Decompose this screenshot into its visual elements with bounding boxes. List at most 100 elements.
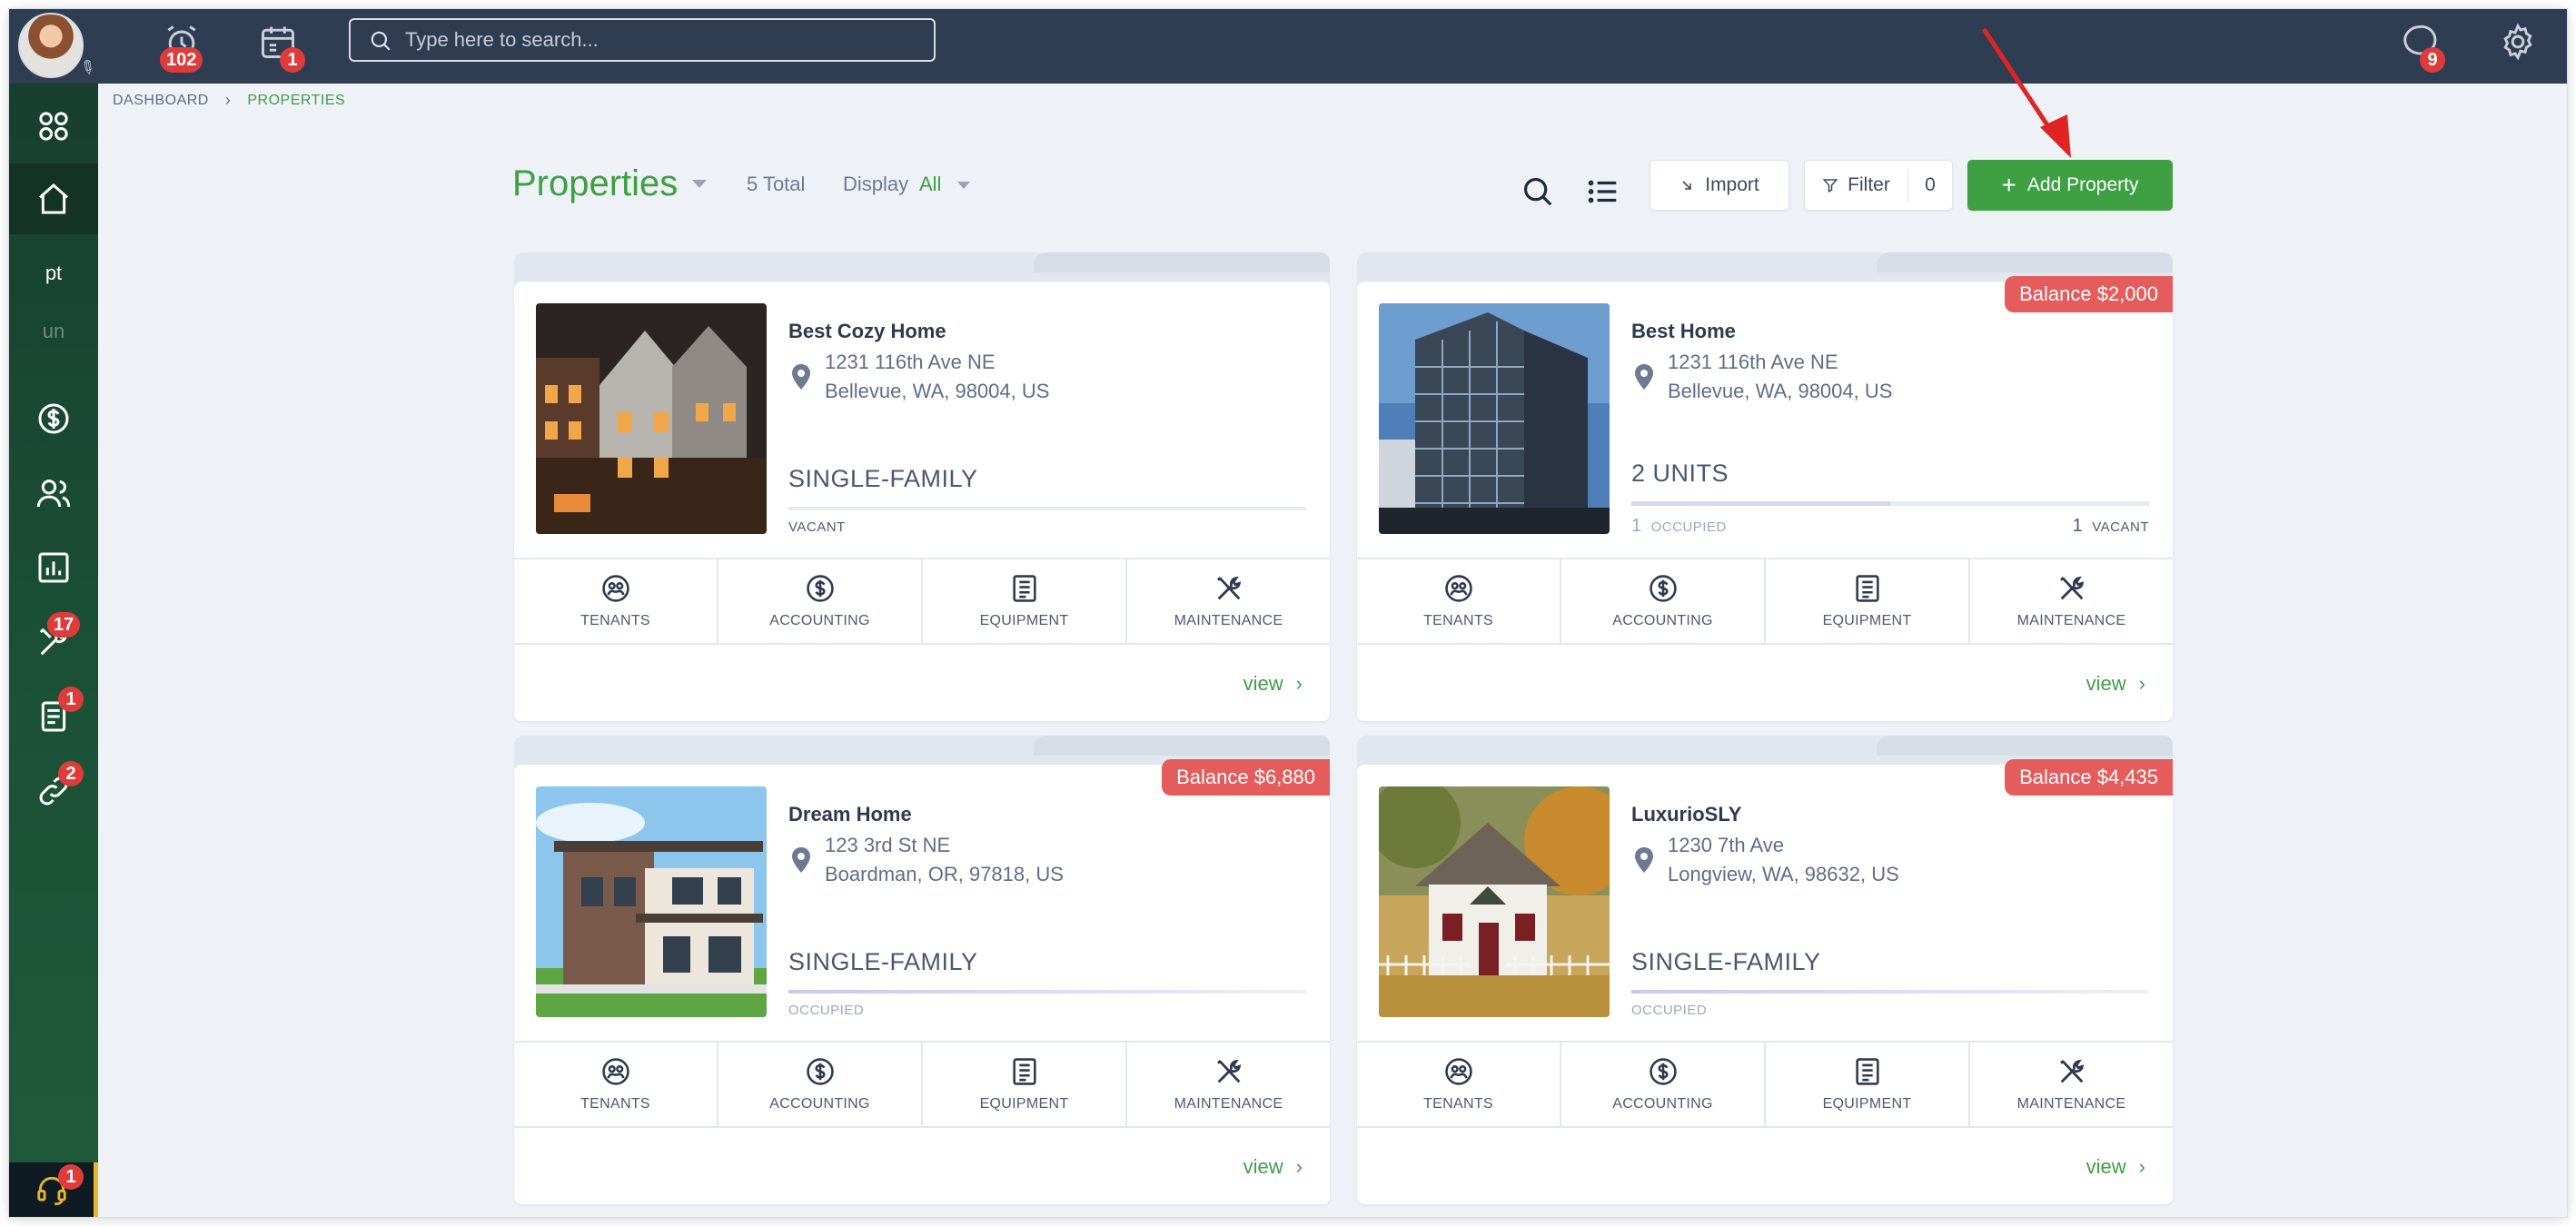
maintenance-label: MAINTENANCE [2016,613,2126,628]
apps-grid-icon [39,112,68,141]
alarm-badge: 102 [160,47,203,73]
list-view-icon[interactable] [1586,174,1622,211]
view-link[interactable]: view › [2086,672,2145,696]
tools-icon [2059,1059,2084,1083]
card-actions: TENANTS ACCOUNTING EQUIPMENT MAINTENANCE [1357,1041,2173,1128]
tenants-action[interactable]: TENANTS [514,559,718,643]
tools-icon [2059,576,2084,600]
property-name[interactable]: LuxurioSLY [1631,803,1741,826]
equipment-list-icon [1855,575,1879,602]
accounting-action[interactable]: ACCOUNTING [1561,1043,1766,1126]
occupancy-status: VACANT [788,519,846,535]
maintenance-action[interactable]: MAINTENANCE [1970,1043,2173,1126]
vacant-count: 1 [2072,516,2084,536]
settings-gear-icon[interactable] [2498,22,2541,65]
search-box[interactable] [349,18,936,62]
card-body: Dream Home 123 3rd St NE Boardman, OR, 9… [514,765,1330,1204]
card-body: LuxurioSLY 1230 7th Ave Longview, WA, 98… [1357,765,2173,1204]
people-icon [36,480,71,508]
address-line-2: Boardman, OR, 97818, US [825,863,1064,885]
app-window: ✎ 102 1 9 [9,9,2567,1217]
import-label: Import [1705,174,1759,195]
property-card: Best Cozy Home 1231 116th Ave NE Bellevu… [514,252,1330,721]
sidebar-item-apps[interactable] [9,91,98,162]
links-badge: 2 [58,761,84,786]
property-name[interactable]: Best Cozy Home [788,320,946,343]
sidebar-item-people[interactable] [9,458,98,529]
property-type: SINGLE-FAMILY [788,465,978,492]
display-dropdown-caret-icon[interactable] [957,182,970,189]
occupancy-status: OCCUPIED [788,1003,865,1018]
maintenance-action[interactable]: MAINTENANCE [1970,559,2173,643]
sidebar-abbr-un: un [42,320,65,342]
home-icon [39,183,68,214]
chat-icon[interactable]: 9 [2400,22,2445,73]
display-select[interactable]: All [919,173,941,196]
filter-button[interactable]: Filter 0 [1804,160,1953,211]
tenants-action[interactable]: TENANTS [1357,1043,1561,1126]
equipment-action[interactable]: EQUIPMENT [923,1043,1127,1126]
breadcrumb-dashboard[interactable]: DASHBOARD [113,93,209,109]
title-dropdown-caret-icon[interactable] [692,180,707,188]
user-avatar[interactable] [18,13,84,78]
import-button[interactable]: Import [1650,160,1789,211]
sidebar-item-home[interactable] [9,163,98,234]
tenants-action[interactable]: TENANTS [514,1043,718,1126]
sidebar: pt un 17 1 2 1 [9,84,98,1217]
view-link[interactable]: view › [1243,672,1303,696]
calendar-icon[interactable]: 1 [258,22,305,73]
sidebar-item-reports[interactable] [9,532,98,603]
sidebar-item-un[interactable]: un [9,305,98,358]
sidebar-item-accounting[interactable] [9,383,98,454]
sidebar-item-links[interactable]: 2 [9,756,98,826]
occupancy-status: OCCUPIED [1631,1003,1708,1018]
view-link[interactable]: view › [2086,1155,2145,1179]
property-name[interactable]: Best Home [1631,320,1736,343]
sidebar-item-pt[interactable]: pt [9,247,98,300]
property-photo[interactable] [536,303,767,534]
search-properties-icon[interactable] [1521,174,1557,211]
sidebar-item-documents[interactable]: 1 [9,681,98,752]
property-photo[interactable] [1379,786,1610,1017]
accounting-action[interactable]: ACCOUNTING [718,1043,923,1126]
address-line-1: 1230 7th Ave [1668,834,1785,856]
vacant-units: 1 VACANT [2073,516,2149,537]
tenants-label: TENANTS [580,613,650,628]
alarm-clock-icon[interactable]: 102 [160,22,205,73]
address-line-1: 1231 116th Ave NE [1668,351,1838,373]
property-photo[interactable] [1379,303,1610,534]
tenants-action[interactable]: TENANTS [1357,559,1561,643]
search-input[interactable] [405,25,914,54]
page-title[interactable]: Properties [512,163,678,204]
accounting-action[interactable]: ACCOUNTING [718,559,923,643]
sidebar-item-maintenance[interactable]: 17 [9,607,98,677]
sidebar-item-support[interactable]: 1 [9,1162,98,1217]
maintenance-action[interactable]: MAINTENANCE [1127,559,1330,643]
equipment-action[interactable]: EQUIPMENT [923,559,1127,643]
support-badge: 1 [58,1164,84,1190]
tenants-icon [601,1058,629,1085]
equipment-action[interactable]: EQUIPMENT [1766,1043,1970,1126]
equipment-action[interactable]: EQUIPMENT [1766,559,1970,643]
view-label: view [2086,672,2126,695]
maintenance-badge: 17 [47,612,81,638]
property-type: SINGLE-FAMILY [788,948,978,975]
tenants-icon [1444,1058,1472,1085]
accounting-action[interactable]: ACCOUNTING [1561,559,1766,643]
view-link[interactable]: view › [1243,1155,1303,1179]
equipment-label: EQUIPMENT [1822,613,1912,628]
breadcrumb: DASHBOARD › PROPERTIES [113,91,345,110]
dollar-circle-icon [806,1058,834,1085]
location-pin-icon [792,364,810,390]
property-name[interactable]: Dream Home [788,803,912,826]
calendar-badge: 1 [280,47,305,73]
maintenance-label: MAINTENANCE [1174,1096,1283,1112]
equipment-label: EQUIPMENT [979,1096,1069,1112]
filter-toggle[interactable]: Filter [1805,169,1908,202]
tools-icon [1216,1059,1241,1083]
balance-badge: Balance $4,435 [2005,759,2173,796]
add-property-button[interactable]: + Add Property [1967,160,2173,211]
property-photo[interactable] [536,786,767,1017]
maintenance-action[interactable]: MAINTENANCE [1127,1043,1330,1126]
dollar-circle-icon [806,575,834,602]
